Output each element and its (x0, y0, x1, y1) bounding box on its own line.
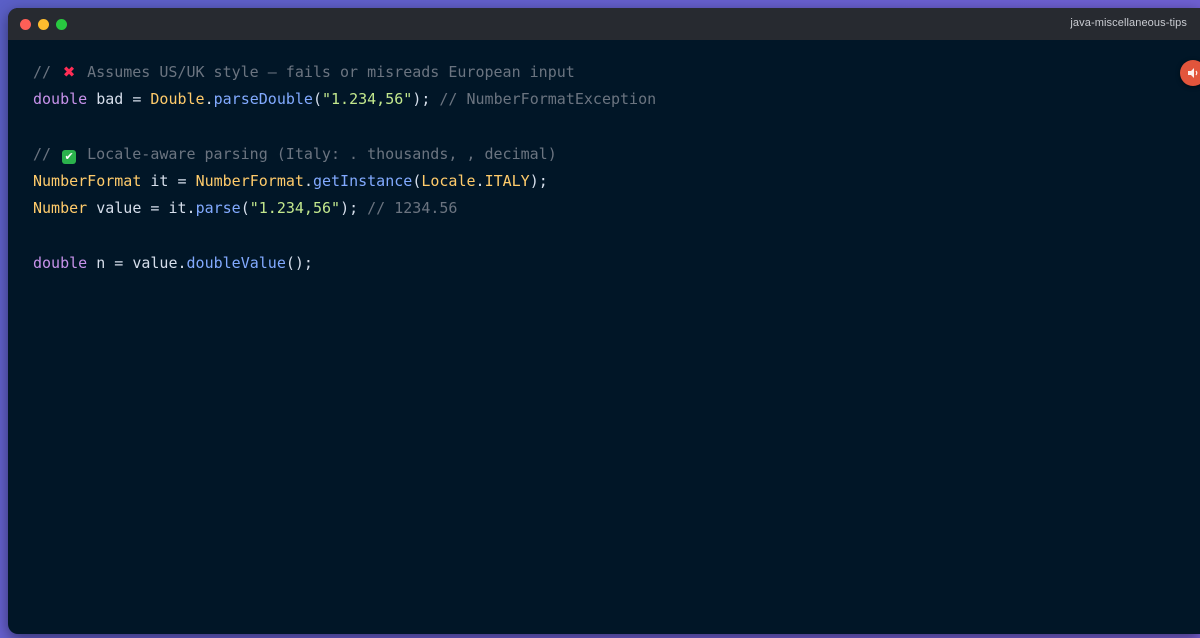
dot: . (475, 172, 485, 191)
variable: bad = (87, 90, 151, 109)
keyword: double (33, 254, 88, 273)
side-action-button[interactable] (1180, 60, 1200, 86)
x-mark-icon: ✖ (62, 63, 76, 81)
class-name: NumberFormat (195, 172, 304, 191)
code-line-7-blank (33, 223, 1160, 250)
dot: . (177, 254, 187, 273)
comment-prefix: // (33, 144, 61, 163)
keyword: double (33, 90, 88, 109)
class-name: NumberFormat (33, 172, 142, 191)
trailing-comment: // NumberFormatException (430, 90, 657, 109)
code-line-2: double bad = Double.parseDouble("1.234,5… (33, 86, 1160, 113)
comment-text: Locale-aware parsing (Italy: . thousands… (78, 144, 557, 163)
paren-close: ); (529, 172, 548, 191)
constant: ITALY (484, 172, 530, 191)
dot: . (204, 90, 214, 109)
method-name: parseDouble (213, 90, 313, 109)
paren-open: ( (312, 90, 322, 109)
dot: . (303, 172, 313, 191)
class-name: Double (150, 90, 205, 109)
comment-prefix: // (33, 63, 61, 81)
window-title: java-miscellaneous-tips (1070, 17, 1187, 29)
code-line-3-blank (33, 114, 1160, 141)
paren-close: (); (285, 254, 313, 273)
method-name: doubleValue (186, 254, 286, 273)
trailing-comment: // 1234.56 (358, 199, 458, 218)
code-line-6: Number value = it.parse("1.234,56"); // … (33, 195, 1160, 222)
paren-open: ( (412, 172, 422, 191)
maximize-dot-icon[interactable] (56, 19, 67, 30)
comment-text: Assumes US/UK style — fails or misreads … (78, 63, 575, 81)
close-dot-icon[interactable] (20, 19, 31, 30)
variable: it = (141, 172, 196, 191)
string-literal: "1.234,56" (322, 90, 413, 109)
class-name: Number (33, 199, 88, 218)
paren-open: ( (240, 199, 250, 218)
code-window: java-miscellaneous-tips // ✖ Assumes US/… (8, 8, 1200, 634)
minimize-dot-icon[interactable] (38, 19, 49, 30)
code-line-8: double n = value.doubleValue(); (33, 250, 1160, 277)
speaker-icon (1188, 68, 1198, 78)
code-line-1: // ✖ Assumes US/UK style — fails or misr… (33, 59, 1160, 86)
method-name: getInstance (312, 172, 413, 191)
dot: . (186, 199, 196, 218)
variable: n = value (87, 254, 178, 273)
check-mark-icon: ✔ (62, 149, 77, 164)
paren-close: ); (412, 90, 431, 109)
code-line-4: // ✔ Locale-aware parsing (Italy: . thou… (33, 141, 1160, 168)
code-block: // ✖ Assumes US/UK style — fails or misr… (33, 59, 1160, 277)
string-literal: "1.234,56" (249, 199, 341, 218)
code-line-5: NumberFormat it = NumberFormat.getInstan… (33, 168, 1160, 195)
title-bar: java-miscellaneous-tips (8, 8, 1200, 40)
method-name: parse (195, 199, 241, 218)
class-name: Locale (421, 172, 476, 191)
variable: value = it (87, 199, 187, 218)
paren-close: ); (340, 199, 359, 218)
